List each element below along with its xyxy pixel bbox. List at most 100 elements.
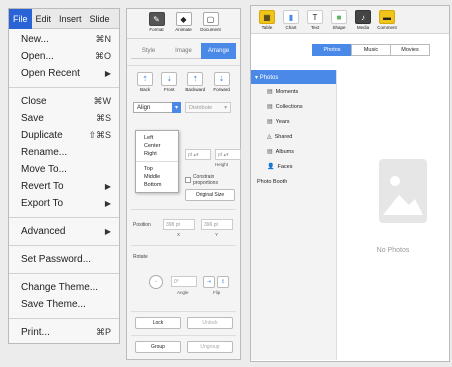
format-button[interactable]: ✎ Format bbox=[145, 12, 169, 32]
shared-icon: ◬ bbox=[267, 134, 272, 140]
sidebar-item-faces[interactable]: 👤 Faces bbox=[251, 159, 336, 174]
sidebar-item-photos[interactable]: ▾ Photos bbox=[251, 70, 336, 84]
menu-item-change-theme[interactable]: Change Theme... bbox=[9, 279, 119, 296]
insert-toolbar: ▦ Table ▮ Chart T Text ■ Shape ♪ Media ▬ Comme… bbox=[251, 6, 449, 34]
bring-front-icon: ⇣ bbox=[161, 72, 178, 86]
align-option-middle[interactable]: Middle bbox=[136, 173, 178, 181]
y-position-field[interactable]: 396 pt bbox=[201, 219, 233, 230]
original-size-button[interactable]: Original Size bbox=[185, 189, 235, 201]
bring-to-front-button[interactable]: ⇣ Front bbox=[161, 72, 178, 92]
menu-separator bbox=[9, 318, 119, 319]
menu-slide[interactable]: Slide bbox=[86, 9, 114, 29]
group-button[interactable]: Group bbox=[135, 341, 181, 353]
sidebar-item-collections[interactable]: ▤ Collections bbox=[251, 99, 336, 114]
arrange-buttons-row: ⇡ Back ⇣ Front ⇡ Backward ⇣ Forward bbox=[127, 65, 240, 92]
menu-separator bbox=[9, 217, 119, 218]
menu-item-save-theme[interactable]: Save Theme... bbox=[9, 296, 119, 313]
sidebar-item-shared[interactable]: ◬ Shared bbox=[251, 129, 336, 144]
distribute-select[interactable]: Distribute ▾ bbox=[185, 102, 231, 113]
tab-arrange[interactable]: Arrange bbox=[201, 43, 236, 59]
flip-horizontal-icon: ⇥ bbox=[206, 279, 212, 285]
align-option-right[interactable]: Right bbox=[136, 150, 178, 158]
animate-icon: ◆ bbox=[175, 12, 192, 26]
media-button[interactable]: ♪ Media bbox=[353, 10, 373, 33]
menu-separator bbox=[9, 245, 119, 246]
send-back-icon: ⇡ bbox=[137, 72, 154, 86]
align-option-bottom[interactable]: Bottom bbox=[136, 181, 178, 189]
menu-item-duplicate[interactable]: Duplicate ⇧⌘S bbox=[9, 127, 119, 144]
menu-edit[interactable]: Edit bbox=[32, 9, 56, 29]
constrain-checkbox[interactable] bbox=[185, 177, 191, 183]
divider bbox=[131, 335, 236, 336]
comment-button[interactable]: ▬ Comment bbox=[377, 10, 397, 33]
faces-icon: 👤 bbox=[267, 164, 275, 170]
menu-item-export-to[interactable]: Export To ▶ bbox=[9, 195, 119, 212]
table-icon: ▦ bbox=[259, 10, 275, 24]
menu-insert[interactable]: Insert bbox=[55, 9, 86, 29]
menu-item-new[interactable]: New... ⌘N bbox=[9, 31, 119, 48]
segment-photos[interactable]: Photos bbox=[312, 44, 352, 56]
ungroup-button[interactable]: Ungroup bbox=[187, 341, 233, 353]
height-field[interactable]: pt ▴▾ bbox=[215, 149, 241, 160]
submenu-arrow-icon: ▶ bbox=[104, 227, 111, 236]
flip-vertical-button[interactable]: ↥ bbox=[217, 276, 229, 288]
menu-item-open[interactable]: Open... ⌘O bbox=[9, 48, 119, 65]
flip-vertical-icon: ↥ bbox=[220, 279, 226, 285]
width-field[interactable]: pt ▴▾ bbox=[185, 149, 211, 160]
menu-item-rename[interactable]: Rename... bbox=[9, 144, 119, 161]
animate-button[interactable]: ◆ Animate bbox=[172, 12, 196, 32]
text-icon: T bbox=[307, 10, 323, 24]
menu-item-close[interactable]: Close ⌘W bbox=[9, 93, 119, 110]
submenu-arrow-icon: ▶ bbox=[104, 69, 111, 78]
align-option-center[interactable]: Center bbox=[136, 142, 178, 150]
inspector-tabs: Style Image Arrange bbox=[131, 43, 236, 59]
menu-item-move-to[interactable]: Move To... bbox=[9, 161, 119, 178]
flip-horizontal-button[interactable]: ⇥ bbox=[203, 276, 215, 288]
rotate-label: Rotate bbox=[133, 254, 148, 260]
angle-field[interactable]: 0° bbox=[171, 276, 197, 287]
menu-item-set-password[interactable]: Set Password... bbox=[9, 251, 119, 268]
forward-button[interactable]: ⇣ Forward bbox=[213, 72, 230, 92]
rotate-dial[interactable]: · bbox=[149, 275, 163, 289]
backward-button[interactable]: ⇡ Backward bbox=[185, 72, 205, 92]
menu-item-print[interactable]: Print... ⌘P bbox=[9, 324, 119, 341]
align-select[interactable]: Align ▾ bbox=[133, 102, 181, 113]
sidebar-item-photo-booth[interactable]: Photo Booth bbox=[251, 174, 336, 189]
media-browser-panel: ▦ Table ▮ Chart T Text ■ Shape ♪ Media ▬ Comme… bbox=[250, 5, 450, 362]
shape-button[interactable]: ■ Shape bbox=[329, 10, 349, 33]
divider bbox=[131, 245, 236, 246]
send-to-back-button[interactable]: ⇡ Back bbox=[137, 72, 154, 92]
menu-item-advanced[interactable]: Advanced ▶ bbox=[9, 223, 119, 240]
segment-music[interactable]: Music bbox=[351, 44, 391, 56]
shape-icon: ■ bbox=[331, 10, 347, 24]
lock-button[interactable]: Lock bbox=[135, 317, 181, 329]
file-menu-dropdown: New... ⌘N Open... ⌘O Open Recent ▶ Close ⌘W … bbox=[9, 29, 119, 341]
document-button[interactable]: ▢ Document bbox=[199, 12, 223, 32]
comment-icon: ▬ bbox=[379, 10, 395, 24]
tab-style[interactable]: Style bbox=[131, 43, 166, 59]
align-option-top[interactable]: Top bbox=[136, 165, 178, 173]
menu-item-revert-to[interactable]: Revert To ▶ bbox=[9, 178, 119, 195]
menu-file[interactable]: File bbox=[9, 8, 32, 29]
sidebar-item-moments[interactable]: ▤ Moments bbox=[251, 84, 336, 99]
size-fields: pt ▴▾ pt ▴▾ bbox=[185, 149, 241, 160]
y-label: Y bbox=[215, 232, 219, 237]
tab-image[interactable]: Image bbox=[166, 43, 201, 59]
align-option-left[interactable]: Left bbox=[136, 134, 178, 142]
align-dropdown-menu: Left Center Right Top Middle Bottom bbox=[135, 130, 179, 193]
unlock-button[interactable]: Unlock bbox=[187, 317, 233, 329]
sidebar-item-years[interactable]: ▤ Years bbox=[251, 114, 336, 129]
sidebar-item-albums[interactable]: ▤ Albums bbox=[251, 144, 336, 159]
chart-button[interactable]: ▮ Chart bbox=[281, 10, 301, 33]
media-icon: ♪ bbox=[355, 10, 371, 24]
table-button[interactable]: ▦ Table bbox=[257, 10, 277, 33]
menu-item-save[interactable]: Save ⌘S bbox=[9, 110, 119, 127]
height-label: Height bbox=[215, 162, 229, 167]
segment-movies[interactable]: Movies bbox=[390, 44, 430, 56]
moments-icon: ▤ bbox=[267, 89, 273, 95]
menu-item-open-recent[interactable]: Open Recent ▶ bbox=[9, 65, 119, 82]
x-position-field[interactable]: 398 pt bbox=[163, 219, 195, 230]
text-button[interactable]: T Text bbox=[305, 10, 325, 33]
paintbrush-icon: ✎ bbox=[148, 12, 165, 26]
media-type-segmented-control: Photos Music Movies bbox=[312, 44, 430, 56]
